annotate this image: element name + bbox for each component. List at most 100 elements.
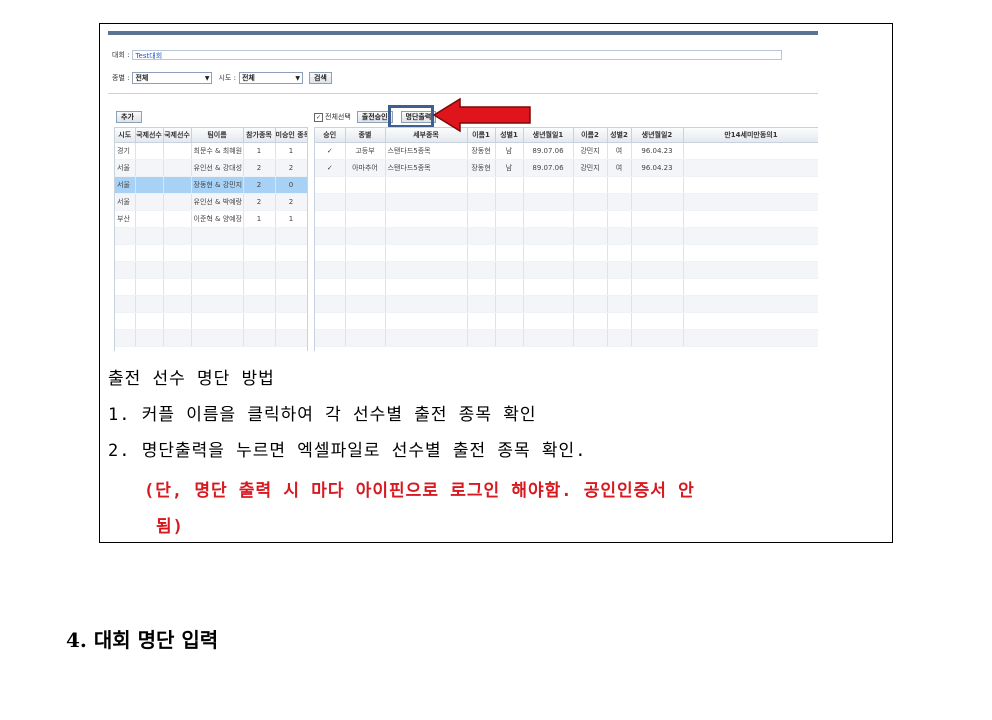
search-button[interactable]: 검색 (308, 72, 332, 84)
entry-grid-cell (345, 244, 386, 262)
team-grid-row[interactable] (115, 329, 307, 347)
team-grid-cell (243, 295, 276, 313)
approve-checkbox[interactable] (315, 278, 346, 296)
entry-grid-row[interactable] (315, 193, 818, 211)
team-grid-row[interactable] (115, 227, 307, 245)
team-grid-cell (135, 176, 164, 194)
approve-checkbox[interactable] (315, 312, 346, 330)
team-grid-row[interactable] (115, 261, 307, 279)
entry-grid-row[interactable] (315, 261, 818, 279)
approve-checkbox[interactable]: ✓ (315, 142, 346, 160)
region-select[interactable]: 전체 ▼ (238, 72, 303, 84)
entry-grid-cell (573, 210, 608, 228)
entry-grid-row[interactable]: ✓ 아마추어 스탠다드5종목 장동현 남 89.07.06 강민지 여 96.04.23 (315, 159, 818, 177)
entry-grid-cell (683, 261, 818, 279)
print-button-highlight-frame (388, 105, 434, 128)
team-grid-header-cell[interactable]: 국제선수 (135, 128, 164, 143)
team-grid-cell (163, 193, 192, 211)
entry-grid-row[interactable] (315, 210, 818, 228)
approve-checkbox[interactable] (315, 210, 346, 228)
entry-grid-cell (631, 227, 684, 245)
entry-grid-header-cell[interactable]: 성별2 (607, 128, 632, 143)
approve-checkbox[interactable] (315, 261, 346, 279)
entry-grid-cell: 스탠다드5종목 (385, 159, 468, 177)
team-grid-cell (135, 261, 164, 279)
entry-grid-cell (385, 227, 468, 245)
team-grid-row[interactable]: 서울 장동현 & 강민지 2 0 (115, 176, 307, 194)
team-grid-cell (275, 244, 307, 262)
entry-grid-row[interactable] (315, 295, 818, 313)
team-grid-header-cell[interactable]: 미승인 종목 (275, 128, 307, 143)
select-all-label: 전체선택 (325, 113, 351, 121)
entry-grid-cell (607, 244, 632, 262)
approve-checkbox[interactable] (315, 193, 346, 211)
team-grid-row[interactable] (115, 312, 307, 330)
entry-grid-cell: 장동현 (467, 142, 496, 160)
entry-grid-cell: 여 (607, 142, 632, 160)
team-grid-row[interactable] (115, 278, 307, 296)
entry-grid-cell (345, 312, 386, 330)
category-label: 종별 : (112, 74, 130, 82)
select-all-checkbox[interactable]: ✓ (314, 112, 323, 122)
team-grid-row[interactable]: 경기 최문수 & 최혜원 1 1 (115, 142, 307, 160)
approve-checkbox[interactable] (315, 295, 346, 313)
entry-grid-cell (631, 176, 684, 194)
entry-grid-cell (607, 278, 632, 296)
event-input[interactable]: Test대회 (132, 50, 783, 60)
entry-grid-cell (495, 278, 524, 296)
approve-checkbox[interactable] (315, 176, 346, 194)
entry-grid-cell (385, 176, 468, 194)
entry-grid-header-cell[interactable]: 만14세미만동의1 (683, 128, 818, 143)
team-grid-cell (115, 329, 136, 347)
entry-grid-cell (385, 193, 468, 211)
team-grid-cell: 1 (275, 210, 307, 228)
approve-checkbox[interactable] (315, 329, 346, 347)
team-grid-row[interactable]: 부산 이준혁 & 양예장 1 1 (115, 210, 307, 228)
chevron-down-icon: ▼ (295, 74, 300, 82)
team-grid-cell (191, 312, 244, 330)
entry-grid-cell (607, 176, 632, 194)
approve-checkbox[interactable] (315, 244, 346, 262)
instruction-note-line-1: (단, 명단 출력 시 마다 아이핀으로 로그인 해야함. 공인인증서 안 (144, 481, 695, 501)
entry-grid-cell (631, 278, 684, 296)
team-grid-cell (275, 312, 307, 330)
entry-grid-cell (573, 261, 608, 279)
entry-grid-cell: 고등부 (345, 142, 386, 160)
entry-grid-header-cell[interactable]: 종별 (345, 128, 386, 143)
entry-grid-cell (631, 312, 684, 330)
entry-grid-cell (631, 193, 684, 211)
entry-grid-row[interactable] (315, 312, 818, 330)
team-grid-row[interactable] (115, 244, 307, 262)
team-grid-header-cell[interactable]: 시도 (115, 128, 136, 143)
team-grid-row[interactable]: 서울 유인선 & 강대성 2 2 (115, 159, 307, 177)
entry-grid-cell: 강민지 (573, 159, 608, 177)
approve-checkbox[interactable]: ✓ (315, 159, 346, 177)
entry-grid-row[interactable] (315, 329, 818, 347)
entry-grid-cell (467, 244, 496, 262)
entry-grid-header: 승인 종별 세부종목 이름1 성별1 생년월일1 이름2 성별2 생년월일2 만14세미만동의1 (315, 128, 818, 143)
add-button[interactable]: 추가 (116, 111, 142, 123)
entry-grid-row[interactable] (315, 227, 818, 245)
entry-grid-cell (631, 329, 684, 347)
entry-grid-cell (345, 295, 386, 313)
entry-grid-row[interactable]: ✓ 고등부 스탠다드5종목 장동현 남 89.07.06 강민지 여 96.04.23 (315, 142, 818, 160)
team-grid-header-cell[interactable]: 참가종목 (243, 128, 276, 143)
team-grid-cell: 2 (243, 159, 276, 177)
entry-grid-header-cell[interactable]: 생년월일2 (631, 128, 684, 143)
entry-grid-row[interactable] (315, 278, 818, 296)
team-grid-cell (275, 261, 307, 279)
instruction-step-2: 2. 명단출력을 누르면 엑셀파일로 선수별 출전 종목 확인. (108, 441, 587, 461)
category-select[interactable]: 전체 ▼ (132, 72, 213, 84)
entry-grid-header-cell[interactable]: 이름2 (573, 128, 608, 143)
team-grid-header-cell[interactable]: 팀이름 (191, 128, 244, 143)
team-grid-header-cell[interactable]: 국제선수 (163, 128, 192, 143)
team-grid-row[interactable] (115, 295, 307, 313)
entry-grid-header-cell[interactable]: 승인 (315, 128, 346, 143)
entry-grid-cell (683, 159, 818, 177)
entry-grid-row[interactable] (315, 176, 818, 194)
instruction-note-line-2: 됨) (156, 517, 184, 537)
entry-grid-row[interactable] (315, 244, 818, 262)
team-grid-row[interactable]: 서울 유인선 & 박예랑 2 2 (115, 193, 307, 211)
entry-grid-cell (631, 261, 684, 279)
approve-checkbox[interactable] (315, 227, 346, 245)
